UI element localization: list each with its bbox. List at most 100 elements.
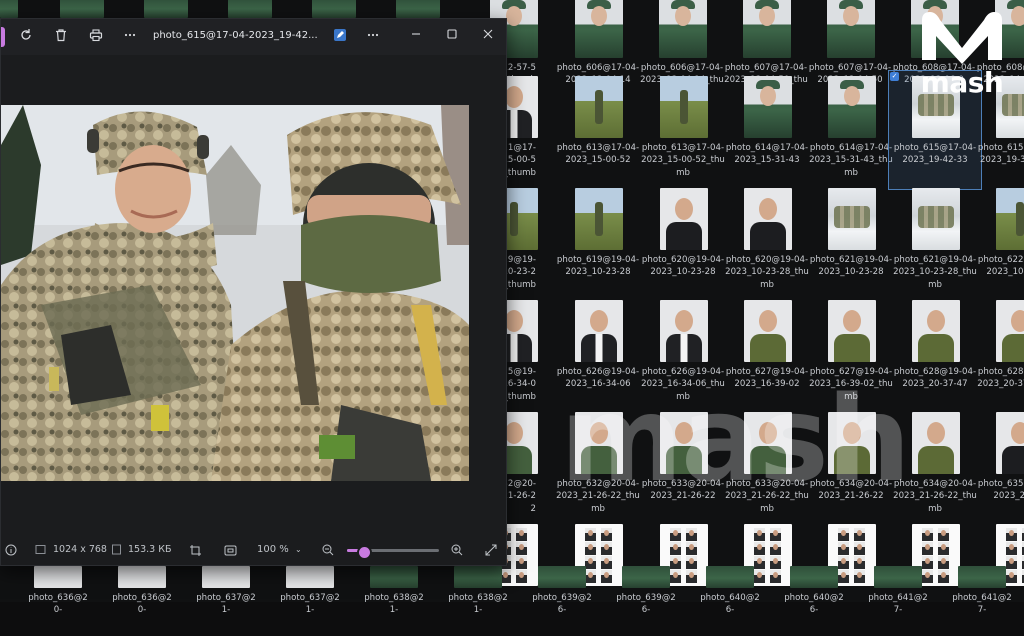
thumbnail <box>538 566 586 588</box>
file-size: 153.3 КБ <box>128 544 172 555</box>
info-icon[interactable] <box>5 544 17 559</box>
face-portrait-thumbnail <box>912 412 960 474</box>
viewer-title: photo_615@17-04-2023_19-42... <box>153 30 318 41</box>
print-icon[interactable] <box>87 28 105 46</box>
delete-icon[interactable] <box>52 28 70 46</box>
file-tile[interactable]: photo_635@20-04-2023_21-26 <box>976 412 1024 524</box>
uniform-portrait-thumbnail <box>0 0 18 18</box>
file-caption: photo_636@20- <box>112 593 172 616</box>
edit-icon[interactable] <box>331 28 349 46</box>
thumbnail <box>706 566 754 588</box>
file-tile[interactable]: photo_620@19-04-2023_10-23-28 <box>640 188 724 300</box>
file-caption: photo_620@19-04-2023_10-23-28_thumb <box>725 255 809 290</box>
crop-icon[interactable] <box>189 544 202 560</box>
image-dimensions: 1024 x 768 <box>53 544 107 555</box>
uniform-portrait-thumbnail <box>228 0 272 18</box>
viewer-statusbar: 1024 x 768 153.3 КБ 100 % ⌄ <box>1 535 506 565</box>
window-more-icon[interactable] <box>364 28 382 46</box>
uniform-portrait-thumbnail <box>827 0 875 58</box>
file-caption: photo_613@17-04-2023_15-00-52 <box>556 143 640 166</box>
file-caption: photo_622@19-04-2023_10-23-28 <box>977 255 1024 278</box>
file-tile[interactable]: photo_628@19-04-2023_20-37_thumb <box>976 300 1024 412</box>
file-tile[interactable]: photo_621@19-04-2023_10-23-28 <box>808 188 892 300</box>
file-tile[interactable]: photo_621@19-04-2023_10-23-28_thumb <box>892 188 977 300</box>
file-tile[interactable]: photo_639@26- <box>508 566 592 615</box>
file-tile[interactable]: photo_637@21- <box>256 566 340 615</box>
uniform-portrait-thumbnail <box>828 76 876 138</box>
file-tile[interactable]: photo_641@27- <box>928 566 1012 615</box>
more-icon[interactable] <box>121 28 139 46</box>
thumbnail <box>34 566 82 588</box>
file-size-icon <box>111 544 122 558</box>
thumbnail <box>874 566 922 588</box>
file-caption: photo_615@19-04-2023_19-3_thumb <box>977 143 1024 166</box>
zoom-slider[interactable] <box>347 545 439 560</box>
watermark-mash: mash <box>560 370 911 508</box>
file-tile[interactable]: photo_620@19-04-2023_10-23-28_thumb <box>724 188 809 300</box>
file-tile[interactable]: photo_619@19-04-2023_10-23-28 <box>555 188 639 300</box>
file-caption: photo_638@21- <box>364 593 424 616</box>
face-portrait-thumbnail <box>660 188 708 250</box>
file-tile[interactable]: photo_641@27- <box>844 566 928 615</box>
accent-strip <box>1 27 5 47</box>
file-tile[interactable]: photo_614@17-04-2023_15-31-43_thumb <box>808 76 893 188</box>
zoom-out-icon[interactable] <box>322 544 334 559</box>
file-caption: photo_636@20- <box>28 593 88 616</box>
field-photo-thumbnail <box>575 188 623 250</box>
zoom-in-icon[interactable] <box>451 544 463 559</box>
file-caption: photo_638@21- <box>448 593 508 616</box>
file-tile[interactable]: photo_640@26- <box>760 566 844 615</box>
thumbnail <box>622 566 670 588</box>
viewer-photo <box>1 105 469 481</box>
face-portrait-thumbnail <box>744 188 792 250</box>
file-caption: photo_641@27- <box>952 593 1012 616</box>
file-caption: photo_637@21- <box>196 593 256 616</box>
file-tile[interactable]: photo_636@20- <box>88 566 172 615</box>
thumbnail <box>370 566 418 588</box>
chevron-down-icon: ⌄ <box>294 545 302 554</box>
face-portrait-thumbnail <box>912 300 960 362</box>
uniform-portrait-thumbnail <box>60 0 104 18</box>
logo-wordmark: mash <box>920 66 1004 99</box>
file-tile[interactable]: photo_640@26- <box>676 566 760 615</box>
uniform-portrait-thumbnail <box>396 0 440 18</box>
uniform-portrait-thumbnail <box>659 0 707 58</box>
file-caption: photo_615@17-04-2023_19-42-33 <box>893 143 977 166</box>
zoom-dropdown[interactable]: 100 % ⌄ <box>257 544 302 555</box>
file-caption: photo_639@26- <box>616 593 676 616</box>
file-caption: photo_635@20-04-2023_21-26 <box>977 479 1024 502</box>
file-tile[interactable]: photo_614@17-04-2023_15-31-43 <box>724 76 808 188</box>
soldiers-photo-illustration <box>1 105 469 481</box>
zoom-slider-handle[interactable] <box>356 545 372 560</box>
close-icon[interactable] <box>479 28 497 46</box>
file-tile[interactable]: photo_638@21- <box>340 566 424 615</box>
viewer-titlebar: photo_615@17-04-2023_19-42... <box>1 19 506 55</box>
file-tile[interactable]: photo_639@26- <box>592 566 676 615</box>
file-caption: photo_621@19-04-2023_10-23-28_thumb <box>893 255 977 290</box>
file-tile[interactable]: photo_622@19-04-2023_10-23-28 <box>976 188 1024 300</box>
face-portrait-thumbnail <box>575 300 623 362</box>
file-caption: photo_614@17-04-2023_15-31-43 <box>725 143 809 166</box>
field-photo-thumbnail <box>996 188 1024 250</box>
uniform-portrait-thumbnail <box>575 0 623 58</box>
snow-group-thumbnail <box>828 188 876 250</box>
fit-screen-icon[interactable] <box>224 544 237 560</box>
maximize-icon[interactable] <box>443 28 461 46</box>
minimize-icon[interactable] <box>407 28 425 46</box>
file-caption: photo_641@27- <box>868 593 928 616</box>
file-caption: photo_639@26- <box>532 593 592 616</box>
uniform-portrait-thumbnail <box>744 76 792 138</box>
checkbox-checked-icon[interactable]: ✓ <box>890 72 899 81</box>
file-caption: photo_619@19-04-2023_10-23-28 <box>556 255 640 278</box>
face-portrait-thumbnail <box>828 300 876 362</box>
file-caption: photo_640@26- <box>784 593 844 616</box>
file-tile[interactable]: photo_636@20- <box>4 566 88 615</box>
file-tile[interactable]: photo_637@21- <box>172 566 256 615</box>
file-tile[interactable]: photo_638@21- <box>424 566 508 615</box>
thumbnail <box>790 566 838 588</box>
fullscreen-icon[interactable] <box>485 544 497 559</box>
file-tile[interactable]: photo_613@17-04-2023_15-00-52_thumb <box>640 76 725 188</box>
snow-group-thumbnail <box>912 188 960 250</box>
file-tile[interactable]: photo_613@17-04-2023_15-00-52 <box>555 76 639 188</box>
rotate-icon[interactable] <box>17 28 35 46</box>
